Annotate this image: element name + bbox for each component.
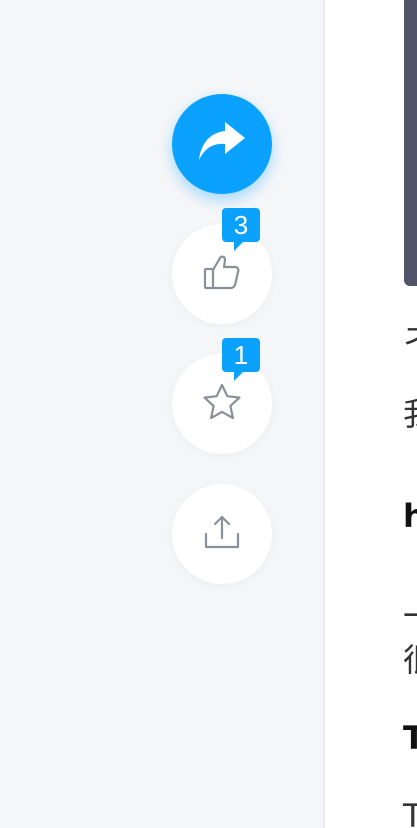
share-upload-icon: [202, 512, 242, 556]
article-heading: h: [403, 497, 417, 535]
star-icon: [201, 382, 243, 426]
like-button[interactable]: 3: [172, 208, 272, 324]
article-page: 3 1 ネ 我 h 一: [0, 0, 417, 828]
forward-arrow-icon: [197, 120, 247, 168]
article-content: ネ 我 h 一 很 T T: [325, 0, 417, 828]
code-block: [404, 0, 417, 286]
thumbs-up-icon: [202, 252, 242, 296]
action-rail: 3 1: [0, 0, 323, 828]
article-subheading: T: [403, 719, 417, 757]
share-button[interactable]: [172, 484, 272, 584]
article-text-line: 很: [403, 640, 417, 680]
like-count-badge: 3: [222, 208, 260, 251]
article-text-line: ネ: [403, 318, 417, 358]
favorite-count-badge: 1: [222, 338, 260, 381]
forward-button[interactable]: [172, 94, 272, 194]
article-text-line: T: [403, 797, 417, 828]
article-text-line: 我: [403, 394, 417, 434]
favorite-button[interactable]: 1: [172, 338, 272, 454]
article-text-line: 一: [403, 596, 417, 636]
